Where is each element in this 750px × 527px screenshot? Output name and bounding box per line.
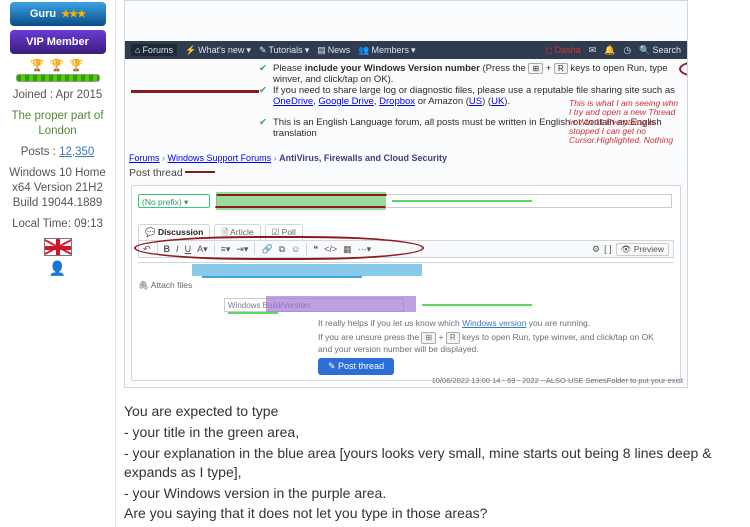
posts-link[interactable]: 12,350: [59, 146, 94, 158]
trophy-bronze-icon: 🏆: [69, 60, 84, 72]
check-icon: ✔: [259, 85, 269, 96]
preview-button[interactable]: 👁 Preview: [616, 243, 669, 256]
reply-line: - your Windows version in the purple are…: [124, 484, 742, 503]
user-title: The proper part of London: [4, 109, 111, 139]
posts-label: Posts :: [21, 146, 56, 158]
joined-field: Joined : Apr 2015: [4, 88, 111, 103]
check-icon: ✔: [259, 63, 269, 74]
trophy-silver-icon: 🏆: [50, 60, 65, 72]
prefix-select[interactable]: (No prefix) ▾: [138, 194, 210, 208]
highlight-green-line: [422, 304, 532, 306]
crumb-current: AntiVirus, Firewalls and Cloud Security: [279, 153, 447, 163]
link-amazon-uk[interactable]: UK: [491, 96, 504, 107]
annotation-red-oval: [679, 61, 688, 77]
crumb-forums[interactable]: Forums: [129, 153, 160, 163]
reply-line: - your title in the green area,: [124, 423, 742, 442]
person-icon: 👤: [4, 260, 111, 277]
link-windows-version[interactable]: Windows version: [462, 318, 526, 328]
check-icon: ✔: [259, 117, 269, 128]
local-time-label: Local Time:: [12, 218, 71, 230]
posts-field: Posts : 12,350: [4, 145, 111, 160]
link-dropbox[interactable]: Dropbox: [379, 96, 415, 107]
annotation-red-oval: [134, 236, 424, 260]
badge-vip: VIP Member: [10, 30, 106, 54]
nav-members[interactable]: 👥 Members ▾: [358, 45, 415, 56]
crumb-support[interactable]: Windows Support Forums: [168, 153, 272, 163]
breadcrumb: Forums › Windows Support Forums › AntiVi…: [129, 153, 447, 163]
page-title: Post thread: [129, 167, 183, 179]
clock-icon[interactable]: ◷: [623, 45, 631, 56]
post-thread-button[interactable]: ✎ Post thread: [318, 358, 394, 375]
user-sidebar: Guru ★★★ VIP Member 🏆 🏆 🏆 Joined : Apr 2…: [0, 0, 116, 527]
nav-news[interactable]: ▤ News: [317, 45, 350, 56]
flag-uk-icon: [44, 238, 72, 256]
trophies: 🏆 🏆 🏆: [4, 58, 111, 72]
bell-icon[interactable]: 🔔: [604, 45, 615, 56]
annotation-red-line: [185, 171, 215, 173]
nav-tutorials[interactable]: ✎ Tutorials ▾: [259, 45, 309, 56]
annotation-problem-note: This is what I am seeing whn I try and o…: [569, 99, 679, 146]
badge-guru: Guru ★★★: [10, 2, 106, 26]
highlight-green-line: [228, 312, 278, 314]
hint-winver: It really helps if you let us know which…: [318, 318, 590, 328]
highlight-purple: [266, 296, 416, 312]
link-gdrive[interactable]: Google Drive: [318, 96, 373, 107]
post-content: ⌂ Forums ⚡ What's new ▾ ✎ Tutorials ▾ ▤ …: [116, 0, 750, 527]
joined-label: Joined :: [13, 89, 53, 101]
reply-line: You are expected to type: [124, 402, 742, 421]
os-info: Windows 10 Home x64 Version 21H2 Build 1…: [4, 166, 111, 211]
hint-winr: If you are unsure press the ⊞ + R keys t…: [318, 332, 668, 354]
rule-winver: ✔ Please include your Windows Version nu…: [259, 63, 675, 85]
mail-icon[interactable]: ✉: [589, 45, 597, 56]
source-toggle[interactable]: [ ]: [604, 244, 612, 254]
attach-files-button[interactable]: 🖇 Attach files: [138, 280, 192, 291]
nav-forums[interactable]: ⌂ Forums: [131, 44, 177, 56]
annotation-red-line: [131, 90, 259, 93]
nav-search[interactable]: 🔍 Search: [639, 45, 681, 56]
embedded-screenshot: ⌂ Forums ⚡ What's new ▾ ✎ Tutorials ▾ ▤ …: [124, 0, 688, 388]
local-time-field: Local Time: 09:13: [4, 217, 111, 232]
reply-line: Are you saying that it does not let you …: [124, 504, 742, 523]
nav-whatsnew[interactable]: ⚡ What's new ▾: [185, 45, 251, 56]
highlight-green-line: [392, 200, 532, 202]
highlight-blue: [192, 264, 422, 276]
star-icon: ★★★: [61, 9, 85, 20]
nav-user[interactable]: ◻ Dasha: [545, 45, 581, 56]
thread-editor: (No prefix) ▾ 💬 Discussion 🗎 Article ☑ P…: [131, 185, 681, 381]
local-time-value: 09:13: [74, 218, 103, 230]
link-amazon-us[interactable]: US: [469, 96, 482, 107]
badge-vip-label: VIP Member: [26, 36, 89, 48]
forum-navbar: ⌂ Forums ⚡ What's new ▾ ✎ Tutorials ▾ ▤ …: [125, 41, 687, 59]
link-onedrive[interactable]: OneDrive: [273, 96, 313, 107]
home-icon: ⌂: [135, 45, 140, 55]
reply-line: - your explanation in the blue area [you…: [124, 444, 742, 482]
reputation-bar: [16, 74, 100, 82]
joined-value: Apr 2015: [56, 89, 103, 101]
highlight-blue-line: [202, 276, 362, 278]
annotation-red-x: [215, 194, 386, 208]
reply-body: You are expected to type - your title in…: [124, 402, 742, 523]
gear-icon[interactable]: ⚙: [592, 244, 600, 255]
badge-guru-label: Guru: [30, 8, 56, 20]
footer-timestamp: 10/06/2022 13:00 14 - 69 - 2022 --ALSO U…: [425, 376, 683, 385]
trophy-gold-icon: 🏆: [30, 60, 45, 72]
